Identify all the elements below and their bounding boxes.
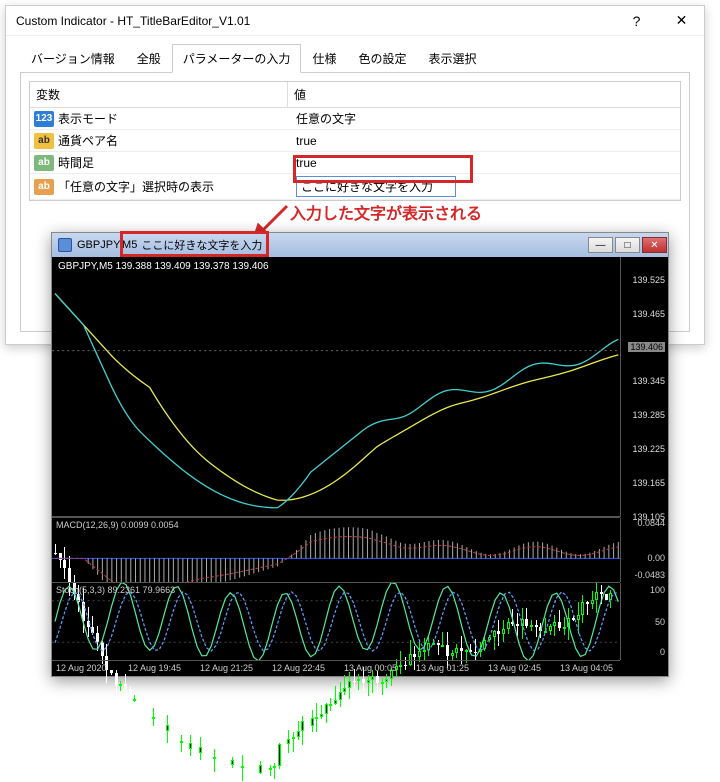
- stoch-tick: 50: [655, 617, 665, 627]
- y-tick: 139.285: [632, 410, 665, 420]
- param-value[interactable]: true: [290, 154, 680, 172]
- x-tick: 12 Aug 22:45: [272, 663, 325, 673]
- table-row[interactable]: 123 表示モード 任意の文字: [30, 108, 680, 130]
- help-button[interactable]: ?: [614, 6, 659, 36]
- stoch-axis: 100 50 0: [620, 583, 668, 660]
- tab-specs[interactable]: 仕様: [301, 44, 347, 73]
- param-value[interactable]: true: [290, 132, 680, 150]
- x-tick: 13 Aug 02:45: [488, 663, 541, 673]
- x-tick: 12 Aug 19:45: [128, 663, 181, 673]
- macd-tick: 0.00: [647, 553, 665, 563]
- tab-inputs[interactable]: パラメーターの入力: [172, 44, 302, 73]
- ma-lines: [52, 257, 620, 516]
- y-tick: 139.345: [632, 376, 665, 386]
- price-y-axis: 139.525 139.465 139.406 139.345 139.285 139.2…: [620, 257, 668, 517]
- param-value-input[interactable]: ここに好きな文字を入力: [296, 176, 456, 197]
- time-x-axis: 12 Aug 2020 12 Aug 19:45 12 Aug 21:25 12 Au…: [52, 660, 620, 676]
- col-variable: 変数: [30, 82, 288, 107]
- param-label: 表示モード: [58, 108, 290, 129]
- y-tick: 139.225: [632, 444, 665, 454]
- tabbar: バージョン情報 全般 パラメーターの入力 仕様 色の設定 表示選択: [20, 44, 690, 73]
- chart-window: GBPJPY,M5 ここに好きな文字を入力 — □ ✕ GBPJPY,M5 13…: [51, 232, 669, 677]
- param-value[interactable]: 任意の文字: [290, 108, 680, 129]
- chart-symbol: GBPJPY,M5: [77, 239, 137, 251]
- maximize-button[interactable]: □: [615, 237, 640, 253]
- macd-tick: -0.0483: [634, 570, 665, 580]
- chart-body[interactable]: GBPJPY,M5 139.388 139.409 139.378 139.40…: [52, 257, 668, 676]
- bool-icon: ab: [34, 155, 54, 171]
- stoch-tick: 0: [660, 647, 665, 657]
- table-row[interactable]: ab 通貨ペア名 true: [30, 130, 680, 152]
- y-tick: 139.406: [628, 342, 665, 352]
- dialog-title: Custom Indicator - HT_TitleBarEditor_V1.…: [16, 14, 614, 28]
- chart-title-extra: ここに好きな文字を入力: [141, 237, 262, 253]
- param-label: 通貨ペア名: [58, 130, 290, 151]
- tab-visibility[interactable]: 表示選択: [417, 44, 487, 73]
- x-tick: 13 Aug 04:05: [560, 663, 613, 673]
- stoch-panel[interactable]: Stoch(5,3,3) 89.2361 79.9663 100 50 0: [52, 582, 620, 660]
- chart-window-icon: [58, 238, 72, 252]
- macd-tick: 0.0844: [637, 518, 665, 528]
- y-tick: 139.165: [632, 478, 665, 488]
- price-chart-area[interactable]: [52, 257, 620, 517]
- macd-axis: 0.0844 0.00 -0.0483: [620, 518, 668, 582]
- bool-icon: ab: [34, 133, 54, 149]
- x-tick: 12 Aug 21:25: [200, 663, 253, 673]
- param-value[interactable]: ここに好きな文字を入力: [290, 174, 680, 199]
- y-tick: 139.465: [632, 309, 665, 319]
- macd-panel[interactable]: MACD(12,26,9) 0.0099 0.0054 0.0844 0.00 …: [52, 517, 620, 582]
- tab-version[interactable]: バージョン情報: [20, 44, 126, 73]
- param-table: 変数 値 123 表示モード 任意の文字 ab 通貨ペア名 true ab 時間…: [29, 81, 681, 201]
- close-chart-button[interactable]: ✕: [642, 237, 667, 253]
- table-row[interactable]: ab 「任意の文字」選択時の表示 ここに好きな文字を入力: [30, 174, 680, 200]
- chart-titlebar[interactable]: GBPJPY,M5 ここに好きな文字を入力 — □ ✕: [52, 233, 668, 257]
- tab-general[interactable]: 全般: [126, 44, 172, 73]
- y-tick: 139.525: [632, 275, 665, 285]
- table-row[interactable]: ab 時間足 true: [30, 152, 680, 174]
- macd-label: MACD(12,26,9) 0.0099 0.0054: [56, 520, 179, 530]
- tab-colors[interactable]: 色の設定: [347, 44, 417, 73]
- close-button[interactable]: ✕: [659, 6, 704, 36]
- x-tick: 12 Aug 2020: [56, 663, 107, 673]
- string-icon: ab: [34, 179, 54, 195]
- enum-icon: 123: [34, 111, 54, 127]
- x-tick: 13 Aug 00:05: [344, 663, 397, 673]
- x-tick: 13 Aug 01:25: [416, 663, 469, 673]
- dialog-titlebar: Custom Indicator - HT_TitleBarEditor_V1.…: [6, 6, 704, 36]
- stoch-tick: 100: [650, 585, 665, 595]
- param-label: 時間足: [58, 152, 290, 173]
- table-header: 変数 値: [30, 82, 680, 108]
- col-value: 値: [288, 82, 680, 107]
- annotation-text: 入力した文字が表示される: [290, 200, 482, 224]
- minimize-button[interactable]: —: [588, 237, 613, 253]
- param-label: 「任意の文字」選択時の表示: [58, 176, 290, 197]
- stoch-label: Stoch(5,3,3) 89.2361 79.9663: [56, 585, 175, 595]
